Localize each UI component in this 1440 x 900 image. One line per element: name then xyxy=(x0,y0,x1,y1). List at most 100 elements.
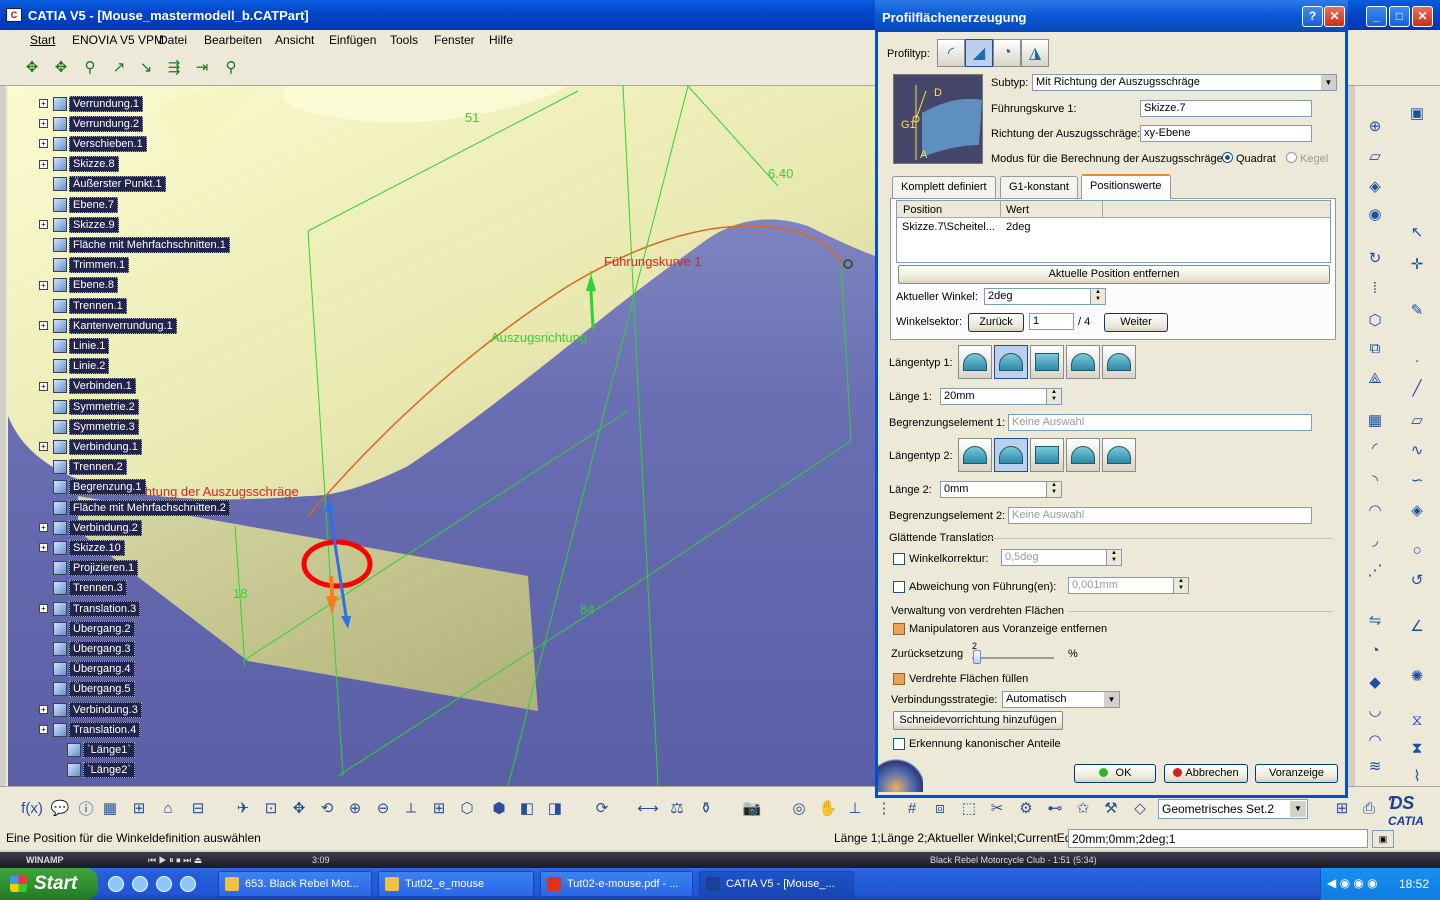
tab-g1-konstant[interactable]: G1-konstant xyxy=(1000,176,1078,198)
doc-icon[interactable]: ⎙ xyxy=(1357,796,1381,820)
select-icon[interactable]: ↖ xyxy=(1405,220,1429,244)
tree-item[interactable]: +Fläche mit Mehrfachschnitten.2 xyxy=(26,498,230,517)
setback-slider[interactable] xyxy=(972,650,1054,664)
winamp-controls-icon[interactable]: ⏮ ▶ ⏸ ⏹ ⏭ ⏏ xyxy=(148,855,202,866)
cancel-button[interactable]: Abbrechen xyxy=(1164,764,1248,783)
hybrid-icon[interactable]: ⚙ xyxy=(1014,796,1038,820)
expand-icon[interactable]: + xyxy=(39,543,48,553)
tree-item[interactable]: +`Länge1` xyxy=(26,740,136,759)
multi-view-icon[interactable]: ⊞ xyxy=(427,796,451,820)
winamp-icon[interactable] xyxy=(180,876,196,892)
repeat-icon[interactable]: ◠ xyxy=(1363,728,1387,752)
current-angle-input[interactable]: 2deg xyxy=(984,288,1091,305)
line-right-icon[interactable]: ╱ xyxy=(1405,376,1429,400)
table-icon[interactable]: ▦ xyxy=(98,796,122,820)
zoom-in-icon[interactable]: ⊕ xyxy=(343,796,367,820)
length-type-2-bounded-icon[interactable] xyxy=(1030,438,1064,472)
geometric-set-select[interactable]: Geometrisches Set.2 ▼ xyxy=(1158,799,1308,819)
tree-item[interactable]: +Übergang.2 xyxy=(26,619,135,638)
menu-ansicht[interactable]: Ansicht xyxy=(275,33,314,47)
angle-correction-spinner-icon[interactable]: ▲ ▼ xyxy=(1106,549,1122,566)
tree-item[interactable]: + Verbindung.3 xyxy=(26,700,142,719)
tree-item[interactable]: + Verbindung.1 xyxy=(26,437,142,456)
distribute-icon[interactable]: ⇥ xyxy=(190,55,214,79)
boundary-icon[interactable]: ⋰ xyxy=(1363,558,1387,582)
tree-item[interactable]: + Skizze.8 xyxy=(26,155,119,174)
formula-icon[interactable]: f(x) xyxy=(20,796,44,820)
arc-icon[interactable]: ↺ xyxy=(1405,568,1429,592)
expand-icon[interactable]: + xyxy=(39,705,48,714)
task-folder[interactable]: Tut02_e_mouse xyxy=(378,871,534,897)
curve-icon[interactable]: ∿ xyxy=(1405,438,1429,462)
grid-bottom-icon[interactable]: # xyxy=(900,796,924,820)
length-type-2-extremum-icon[interactable] xyxy=(1066,438,1100,472)
menu-datei[interactable]: Datei xyxy=(159,33,187,47)
limit-1-field[interactable]: Keine Auswahl xyxy=(1008,414,1312,431)
length-type-2-standard-icon[interactable] xyxy=(958,438,992,472)
tree-item[interactable]: + Skizze.9 xyxy=(26,215,119,234)
expand-icon[interactable]: + xyxy=(39,139,48,149)
sweep-icon[interactable]: ◉ xyxy=(1363,202,1387,226)
angle-spinner-icon[interactable]: ▲ ▼ xyxy=(1090,288,1106,305)
profile-type-1-icon[interactable]: ◜ xyxy=(937,39,965,67)
task-winamp[interactable]: 653. Black Rebel Mot... xyxy=(218,871,372,897)
axis-system-icon[interactable]: ⊥ xyxy=(843,796,867,820)
length-type-1-standard-icon[interactable] xyxy=(958,345,992,379)
set-icon[interactable]: ◇ xyxy=(1128,796,1152,820)
expand-icon[interactable]: + xyxy=(39,159,48,169)
fit-all-icon[interactable]: ⊡ xyxy=(259,796,283,820)
measure-icon[interactable]: ⚲ xyxy=(219,55,243,79)
swap-space-icon[interactable]: ◨ xyxy=(543,796,567,820)
connect-icon[interactable]: ◝ xyxy=(1363,468,1387,492)
scale-icon[interactable]: ◔ xyxy=(1363,638,1387,662)
ok-button[interactable]: OK xyxy=(1074,764,1156,783)
minimize-icon[interactable]: _ xyxy=(1366,6,1387,27)
law-icon[interactable]: ◡ xyxy=(1363,698,1387,722)
tree-item[interactable]: +Übergang.3 xyxy=(26,639,135,658)
expand-icon[interactable]: + xyxy=(39,280,48,290)
remove-position-button[interactable]: Aktuelle Position entfernen xyxy=(898,265,1330,284)
rule-icon[interactable]: ⊟ xyxy=(186,796,210,820)
setback-slider-thumb[interactable] xyxy=(973,650,982,664)
line-icon[interactable]: ↘ xyxy=(134,55,158,79)
expand-icon[interactable]: + xyxy=(39,523,48,533)
update-icon[interactable]: ⟳ xyxy=(590,796,614,820)
window-close-icon[interactable]: ✕ xyxy=(1412,6,1433,27)
tree-item[interactable]: +Übergang.4 xyxy=(26,660,135,679)
snap-icon[interactable]: ✥ xyxy=(49,55,73,79)
menu-bearbeiten[interactable]: Bearbeiten xyxy=(204,33,262,47)
box-icon[interactable]: ⬚ xyxy=(957,796,981,820)
fill-twisted-checkbox[interactable] xyxy=(893,673,905,685)
tree-item[interactable]: +Trennen.2 xyxy=(26,458,127,477)
length-type-1-bounded-icon[interactable] xyxy=(1030,345,1064,379)
blend-icon[interactable]: ◠ xyxy=(1363,498,1387,522)
sketch-icon[interactable]: ▣ xyxy=(1405,101,1429,125)
grid-icon[interactable]: ⁞ xyxy=(1363,276,1387,300)
surface-icon[interactable]: ◈ xyxy=(1405,498,1429,522)
move-icon[interactable]: ✥ xyxy=(20,55,44,79)
fly-icon[interactable]: ✈ xyxy=(231,796,255,820)
sheet-icon[interactable]: ⊞ xyxy=(1330,796,1354,820)
offset-icon[interactable]: ↻ xyxy=(1363,246,1387,270)
expand-icon[interactable]: + xyxy=(39,725,48,735)
profile-type-4-icon[interactable]: ◮ xyxy=(1021,39,1049,67)
mode-square-radio[interactable] xyxy=(1222,152,1233,163)
structure-icon[interactable]: ⊷ xyxy=(1043,796,1067,820)
tree-item[interactable]: +`Länge2` xyxy=(26,761,136,780)
info-icon[interactable]: ⓘ xyxy=(74,796,98,820)
length-1-spinner-icon[interactable]: ▲ ▼ xyxy=(1046,388,1062,405)
tree-item[interactable]: +Fläche mit Mehrfachschnitten.1 xyxy=(26,235,230,254)
split-icon[interactable]: ⟁ xyxy=(1363,366,1387,390)
iso-view-icon[interactable]: ⬡ xyxy=(455,796,479,820)
deviation-input[interactable]: 0,001mm xyxy=(1068,577,1175,594)
firefox-icon[interactable] xyxy=(156,876,172,892)
shading-icon[interactable]: ⬢ xyxy=(487,796,511,820)
draft-direction-field[interactable]: xy-Ebene xyxy=(1140,125,1312,142)
extract-icon[interactable]: ◞ xyxy=(1363,528,1387,552)
chevron-down-icon[interactable]: ▼ xyxy=(1321,75,1336,90)
profile-icon[interactable]: ✎ xyxy=(1405,298,1429,322)
circle-icon[interactable]: ○ xyxy=(1405,538,1429,562)
canonical-checkbox[interactable] xyxy=(893,738,905,750)
media-icon[interactable] xyxy=(132,876,148,892)
menu-tools[interactable]: Tools xyxy=(390,33,418,47)
